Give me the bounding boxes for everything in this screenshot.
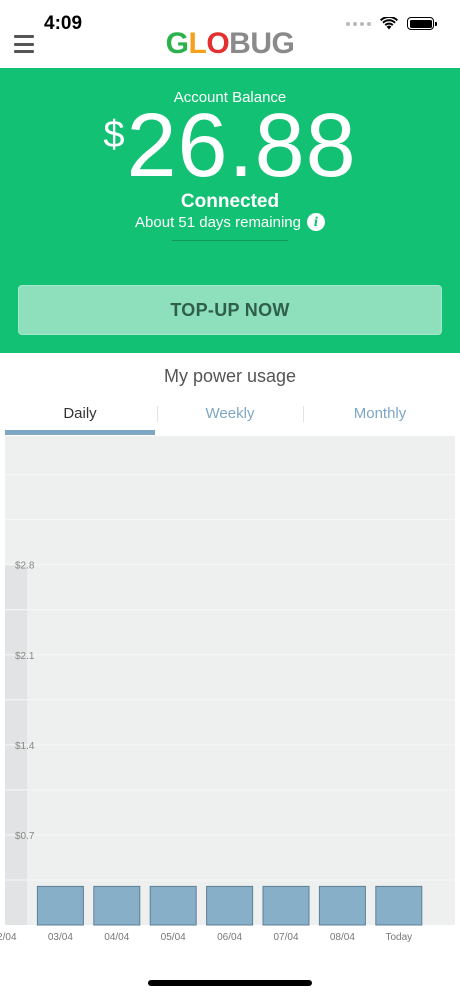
x-tick-label: 04/04 [104,932,129,943]
y-tick-label: $1.4 [15,741,35,752]
bar [318,885,366,926]
x-tick-label: 02/04 [0,932,17,943]
balance-value: 26.88 [126,96,357,196]
x-tick-label: 03/04 [48,932,73,943]
tab-separator [303,406,304,422]
plot-area [5,436,455,925]
balance-panel: Account Balance $ 26.88 Connected About … [0,68,460,353]
top-up-button[interactable]: TOP-UP NOW [18,285,442,335]
bar [93,885,141,926]
info-icon[interactable]: i [306,213,325,231]
globug-logo: GLOBUG [165,27,295,60]
tab-weekly[interactable]: Weekly [155,398,305,436]
x-tick-label: 05/04 [161,932,186,943]
balance-amount: $ 26.88 [0,98,460,194]
usage-title: My power usage [163,366,297,386]
home-indicator [148,980,312,986]
bar [36,885,84,926]
app-header: GLOBUG [0,24,460,68]
usage-chart: $0.7 $1.4 $2.1 $2.8 02/04 03/04 04/04 05/04 06/0… [0,436,460,956]
bar [375,885,423,926]
days-remaining-text: About 51 days remaining [135,213,301,231]
active-tab-indicator [5,430,155,435]
x-tick-label: 07/04 [273,932,298,943]
y-tick-label: $0.7 [15,831,35,842]
bar [262,885,310,926]
x-tick-label: 08/04 [330,932,355,943]
x-tick-label: Today [385,932,412,943]
x-tick-label: 06/04 [217,932,242,943]
usage-tabs: Daily Weekly Monthly [5,398,455,436]
bar [206,885,254,926]
divider [172,240,288,241]
bar [149,885,197,926]
y-tick-label: $2.8 [15,561,35,572]
days-remaining: About 51 days remaining i [0,213,460,231]
connection-status: Connected [180,191,280,212]
tab-monthly[interactable]: Monthly [305,398,455,436]
y-tick-label: $2.1 [15,651,35,662]
currency-symbol: $ [103,114,125,156]
usage-chart-svg: $0.7 $1.4 $2.1 $2.8 02/04 03/04 04/04 05/04 06/0… [0,436,455,943]
